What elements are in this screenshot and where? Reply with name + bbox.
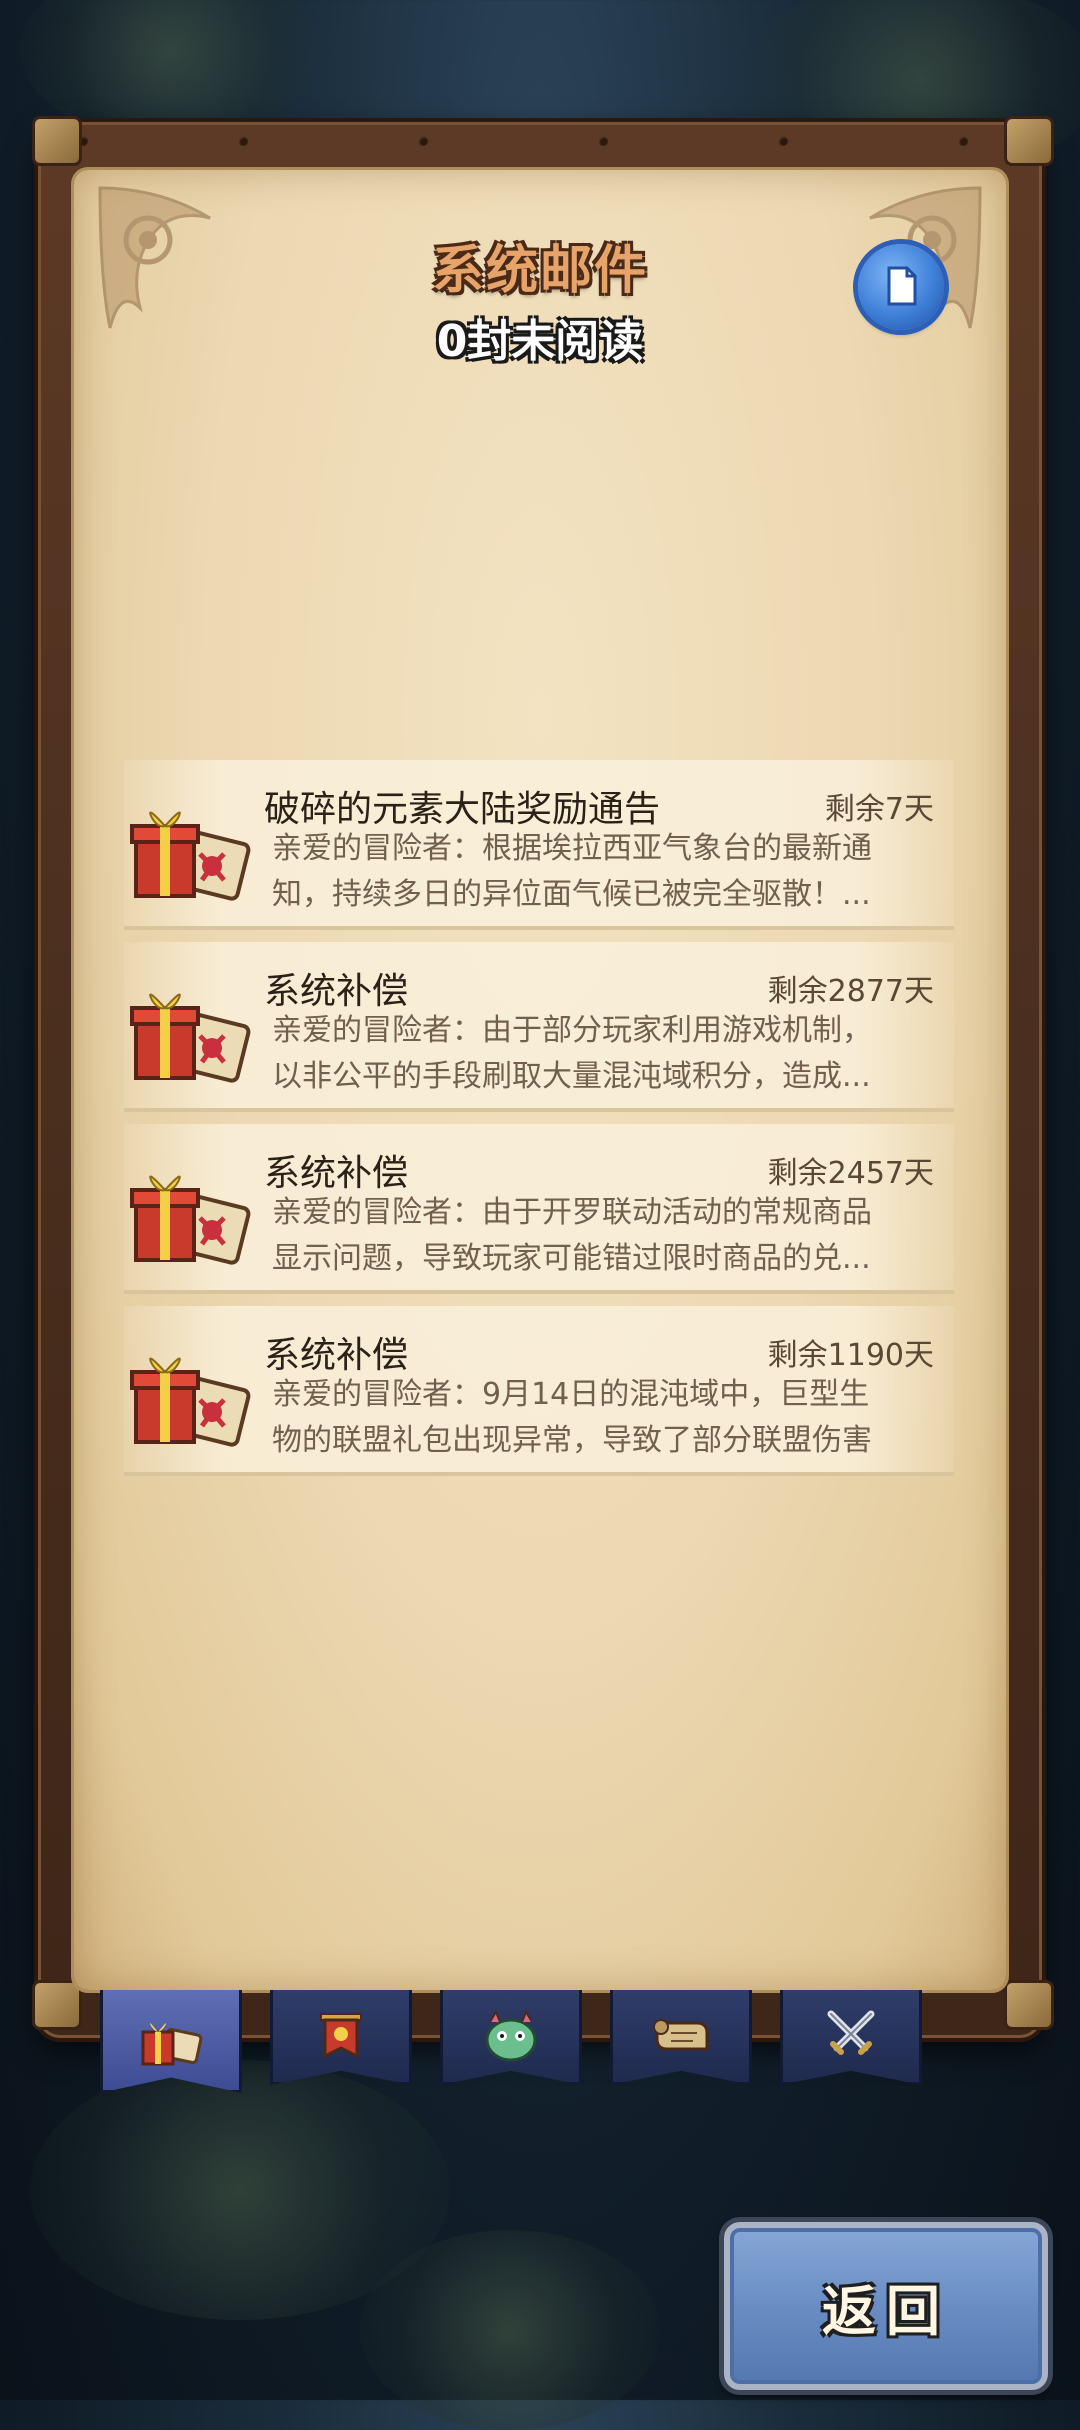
mail-title: 系统补偿: [264, 971, 409, 1012]
tab-battle[interactable]: [780, 1990, 922, 2085]
mail-preview: 亲爱的冒险者：根据埃拉西亚气象台的最新通 知，持续多日的异位面气候已被完全驱散！…: [272, 826, 942, 918]
mail-item[interactable]: 破碎的元素大陆奖励通告 剩余7天 亲爱的冒险者：根据埃拉西亚气象台的最新通 知，…: [124, 760, 954, 930]
frame-rivet: [418, 136, 428, 146]
mail-remaining-days: 剩余2457天: [767, 1156, 934, 1191]
frame-rivet: [598, 136, 608, 146]
gift-box-icon: [130, 993, 251, 1083]
mail-remaining-days: 剩余2877天: [767, 974, 934, 1009]
crossed-swords-icon: [827, 2010, 875, 2055]
frame-corner: [32, 1980, 82, 2030]
mail-preview: 亲爱的冒险者：由于部分玩家利用游戏机制， 以非公平的手段刷取大量混沌域积分，造成…: [272, 1008, 942, 1100]
mail-list: 破碎的元素大陆奖励通告 剩余7天 亲爱的冒险者：根据埃拉西亚气象台的最新通 知，…: [124, 760, 954, 1488]
frame-corner: [32, 116, 82, 166]
scroll-icon: [653, 2019, 709, 2051]
mail-remaining-days: 剩余1190天: [767, 1338, 934, 1373]
mail-title: 系统补偿: [264, 1153, 409, 1194]
tab-system-mail[interactable]: [100, 1990, 242, 2093]
mail-item[interactable]: 系统补偿 剩余1190天 亲爱的冒险者：9月14日的混沌域中，巨型生 物的联盟礼…: [124, 1306, 954, 1476]
mail-item[interactable]: 系统补偿 剩余2457天 亲爱的冒险者：由于开罗联动活动的常规商品 显示问题，导…: [124, 1124, 954, 1294]
mail-preview: 亲爱的冒险者：由于开罗联动活动的常规商品 显示问题，导致玩家可能错过限时商品的兑…: [272, 1190, 942, 1282]
mail-preview-line: 亲爱的冒险者：根据埃拉西亚气象台的最新通: [272, 831, 872, 866]
tab-banner[interactable]: [270, 1990, 412, 2085]
back-button-label: 返回: [822, 2279, 950, 2343]
read-all-button[interactable]: [858, 244, 944, 330]
mail-category-tabs: [96, 1990, 922, 2093]
gift-box-icon: [130, 1357, 251, 1447]
monster-icon: [485, 2009, 537, 2062]
tab-monster[interactable]: [440, 1990, 582, 2085]
mail-item[interactable]: 系统补偿 剩余2877天 亲爱的冒险者：由于部分玩家利用游戏机制， 以非公平的手…: [124, 942, 954, 1112]
mail-preview-line: 以非公平的手段刷取大量混沌域积分，造成...: [272, 1059, 871, 1094]
mail-title: 破碎的元素大陆奖励通告: [264, 789, 661, 830]
frame-rivet: [958, 136, 968, 146]
mail-preview: 亲爱的冒险者：9月14日的混沌域中，巨型生 物的联盟礼包出现异常，导致了部分联盟…: [272, 1372, 942, 1464]
mail-preview-line: 亲爱的冒险者：由于部分玩家利用游戏机制，: [272, 1013, 872, 1048]
mail-preview-line: 显示问题，导致玩家可能错过限时商品的兑...: [272, 1241, 871, 1276]
frame-corner: [1004, 116, 1054, 166]
mail-remaining-days: 剩余7天: [824, 792, 934, 827]
banner-icon: [320, 2013, 362, 2059]
mail-preview-line: 亲爱的冒险者：由于开罗联动活动的常规商品: [272, 1195, 872, 1230]
background-island: [360, 2230, 660, 2430]
document-icon: [887, 266, 917, 306]
mail-preview-line: 知，持续多日的异位面气候已被完全驱散！...: [272, 877, 871, 912]
mail-preview-line: 亲爱的冒险者：9月14日的混沌域中，巨型生: [272, 1377, 870, 1412]
mail-preview-line: 物的联盟礼包出现异常，导致了部分联盟伤害: [272, 1423, 872, 1458]
frame-rivet: [778, 136, 788, 146]
tab-scroll[interactable]: [610, 1990, 752, 2085]
frame-rivet: [238, 136, 248, 146]
mail-title: 系统补偿: [264, 1335, 409, 1376]
gift-box-icon: [141, 2023, 203, 2066]
frame-corner: [1004, 1980, 1054, 2030]
back-button[interactable]: 返回: [724, 2222, 1048, 2390]
gift-box-icon: [130, 1175, 251, 1265]
gift-box-icon: [130, 811, 251, 901]
